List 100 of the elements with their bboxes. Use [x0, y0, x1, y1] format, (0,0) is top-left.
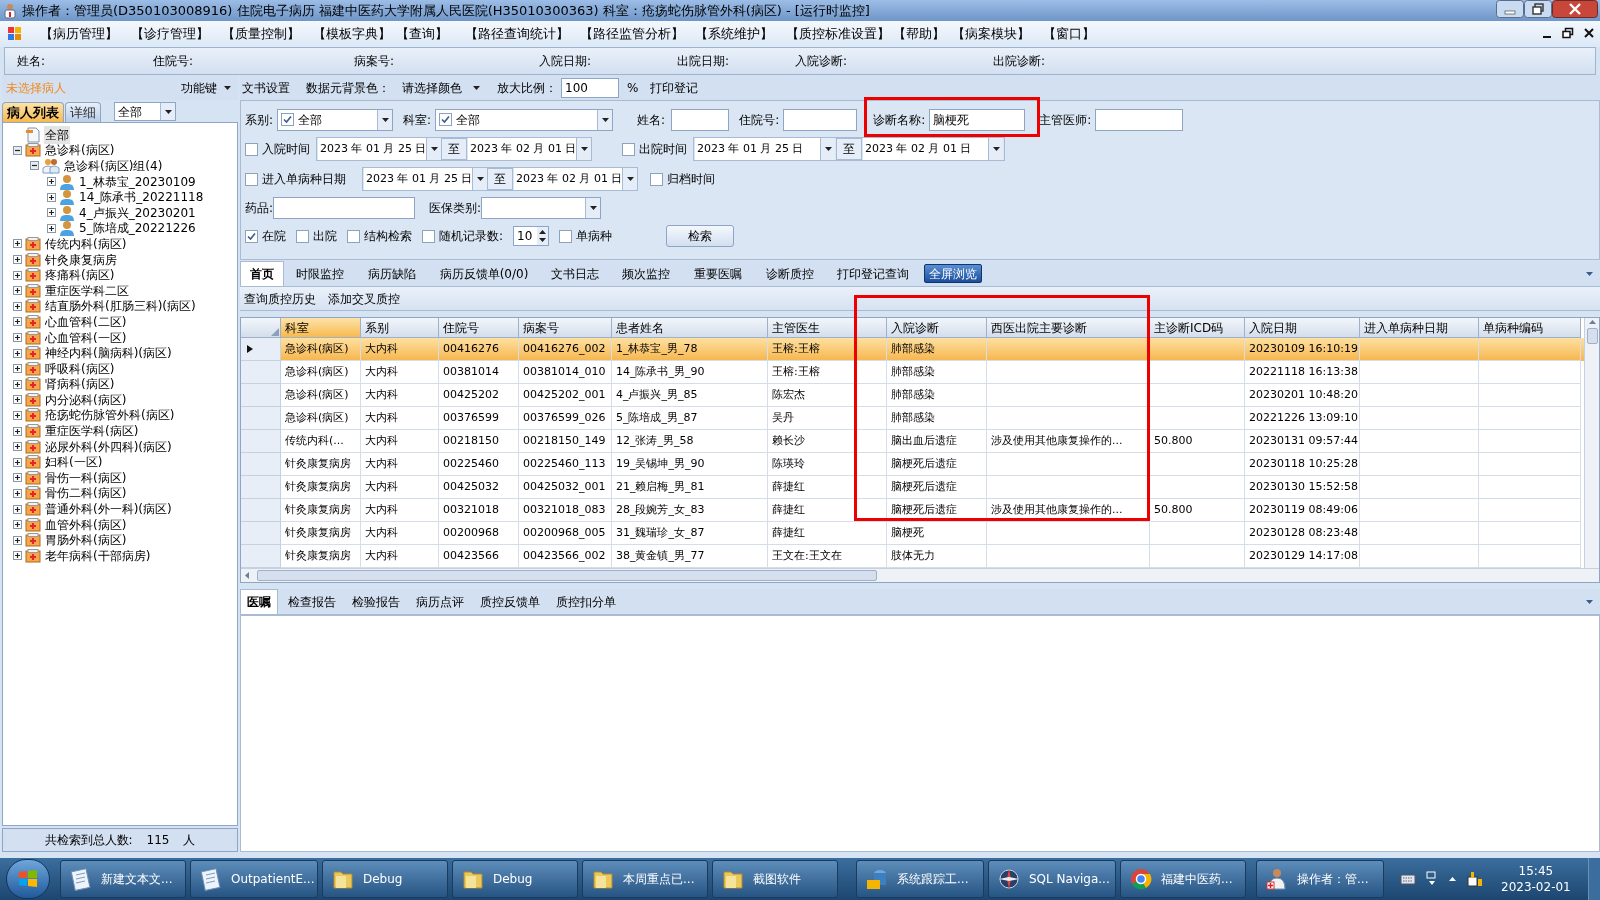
column-header[interactable]: 系别 [361, 318, 439, 338]
expand-toggle[interactable] [13, 535, 22, 545]
tab[interactable]: 检验报告 [346, 589, 406, 614]
checkbox[interactable] [422, 229, 435, 243]
drug-field[interactable] [273, 197, 416, 219]
taskbar-button[interactable]: SQL Naviga... [988, 860, 1116, 898]
expand-toggle[interactable] [13, 395, 22, 405]
count-spinner[interactable]: 10 [513, 226, 550, 246]
toolbar-button[interactable]: 添加交叉质控 [328, 289, 400, 308]
scroll-up-icon[interactable] [1587, 318, 1597, 326]
tab[interactable]: 详细 [65, 102, 101, 122]
checkbox[interactable] [650, 172, 663, 186]
toolbar-button[interactable]: 查询质控历史 [244, 289, 316, 308]
menu-item[interactable]: 【系统维护】 [695, 24, 786, 44]
tree-item[interactable]: 针灸康复病房 [44, 250, 118, 269]
expand-toggle[interactable] [13, 364, 22, 374]
expand-toggle[interactable] [13, 333, 22, 342]
expand-toggle[interactable] [47, 177, 56, 187]
taskbar-button[interactable]: Debug [322, 860, 448, 898]
scroll-left-icon[interactable] [243, 571, 251, 580]
table-row[interactable]: 针灸康复病房 大内科 00225460 00225460_113 19_吴锡坤_男_90 陈瑛玲 脑梗死后遗症 20230118 10:25:28 [241, 453, 1584, 476]
expand-toggle[interactable] [13, 426, 22, 436]
tab[interactable]: 质控扣分单 [550, 589, 622, 614]
expand-toggle[interactable] [47, 223, 56, 233]
expand-toggle[interactable] [13, 255, 22, 265]
menu-item[interactable]: 【窗口】 [1043, 24, 1102, 44]
taskbar-button[interactable]: 新建文本文... [60, 860, 186, 898]
checkbox[interactable] [559, 229, 573, 243]
menu-item[interactable]: 【质量控制】 [222, 24, 313, 44]
caret-icon[interactable] [1585, 599, 1594, 605]
tree-item[interactable]: 急诊科(病区)组(4) [63, 157, 164, 175]
taskbar-button[interactable]: Debug [452, 860, 578, 898]
taskbar-button[interactable]: OutpatientE... [190, 860, 318, 898]
tab[interactable]: 检查报告 [282, 589, 342, 614]
fullscreen-button[interactable]: 全屏浏览 [924, 264, 982, 283]
tab[interactable]: 医嘱 [240, 589, 278, 614]
collapse-toggle[interactable] [30, 161, 39, 171]
function-key-menu[interactable]: 功能键 [181, 78, 234, 97]
scroll-thumb[interactable] [1586, 328, 1598, 344]
expand-toggle[interactable] [13, 317, 22, 327]
expand-toggle[interactable] [13, 504, 22, 514]
checkbox[interactable] [296, 229, 309, 243]
expand-toggle[interactable] [13, 301, 22, 311]
horizontal-scrollbar[interactable] [241, 568, 1599, 582]
checkbox[interactable] [245, 142, 258, 156]
diagnosis-field[interactable]: 脑梗死 [929, 108, 1026, 131]
tab[interactable]: 病历点评 [410, 589, 470, 614]
start-button[interactable] [6, 859, 50, 899]
checkbox[interactable] [281, 113, 295, 126]
row-header[interactable] [241, 338, 281, 361]
taskbar-button[interactable]: 福建中医药... [1120, 860, 1246, 898]
date-picker[interactable]: 2023 年 01 月 25 日 [318, 138, 440, 160]
checkbox[interactable] [245, 172, 258, 186]
toolbar-button[interactable]: 打印登记 [650, 78, 699, 97]
tab[interactable]: 首页 [240, 261, 284, 286]
menu-item[interactable]: 【质控标准设置】 [786, 24, 893, 44]
tab[interactable]: 文书日志 [540, 261, 610, 286]
checkbox[interactable] [245, 229, 258, 243]
date-picker[interactable]: 2023 年 02 月 01 日 [514, 168, 636, 190]
checkbox[interactable] [347, 229, 360, 243]
tree-item[interactable]: 疮疡蛇伤脉管外科(病区) [44, 406, 176, 425]
tab[interactable]: 病历缺陷 [356, 261, 428, 286]
date-picker[interactable]: 2023 年 02 月 01 日 [863, 138, 1003, 160]
tree-item[interactable]: 1_林恭宝_20230109 [78, 172, 197, 191]
tree-item[interactable]: 急诊科(病区) [44, 141, 116, 160]
column-header[interactable]: 西医出院主要诊断 [987, 318, 1150, 338]
tab[interactable]: 重要医嘱 [682, 261, 754, 286]
tab[interactable]: 诊断质控 [754, 261, 826, 286]
clock[interactable]: 15:45 2023-02-01 [1501, 863, 1571, 895]
menu-item[interactable]: 【路径监管分析】 [580, 24, 695, 44]
expand-toggle[interactable] [13, 239, 22, 249]
expand-toggle[interactable] [13, 473, 22, 483]
column-header[interactable]: 主诊断ICD码 [1150, 318, 1245, 338]
monitor-icon[interactable] [1426, 871, 1438, 887]
tab[interactable]: 打印登记查询 [826, 261, 920, 286]
menu-item[interactable]: 【诊疗管理】 [131, 24, 222, 44]
taskbar-button[interactable]: 操作者：管... [1256, 860, 1384, 898]
expand-toggle[interactable] [13, 411, 22, 420]
date-picker[interactable]: 2023 年 01 月 25 日 [364, 168, 486, 190]
spinner-arrows-icon[interactable] [537, 227, 549, 245]
column-header[interactable]: 患者姓名 [612, 318, 768, 338]
expand-toggle[interactable] [13, 551, 22, 561]
tree-item[interactable]: 骨伤二科(病区) [44, 484, 128, 503]
table-row[interactable]: 针灸康复病房 大内科 00200968 00200968_005 31_魏瑞珍_女_87 薛捷红 脑梗死 20230128 08:23:48 [241, 522, 1584, 545]
select-field[interactable]: 全部 [277, 108, 394, 131]
date-picker[interactable]: 2023 年 02 月 01 日 [468, 138, 590, 160]
tree-item[interactable]: 全部 [44, 125, 70, 144]
expand-toggle[interactable] [13, 520, 22, 530]
table-row[interactable]: 急诊科(病区) 大内科 00376599 00376599_026 5_陈培成_男_87 吴丹 肺部感染 20221226 13:09:10 [241, 407, 1584, 430]
search-button[interactable]: 检索 [666, 225, 735, 247]
taskbar-button[interactable]: 本周重点已... [582, 860, 708, 898]
menu-item[interactable]: 【病历管理】 [40, 24, 131, 44]
tab[interactable]: 频次监控 [610, 261, 682, 286]
table-row[interactable]: 急诊科(病区) 大内科 00425202 00425202_001 4_卢振兴_男_85 陈宏杰 肺部感染 20230201 10:48:20 [241, 384, 1584, 407]
close-icon[interactable] [1584, 26, 1594, 40]
select-field[interactable]: 全部 [435, 108, 614, 131]
column-header[interactable]: 病案号 [519, 318, 612, 338]
filter-select[interactable]: 全部 [114, 102, 176, 121]
column-header[interactable]: 主管医生 [768, 318, 887, 338]
vertical-scrollbar[interactable] [1584, 318, 1599, 568]
